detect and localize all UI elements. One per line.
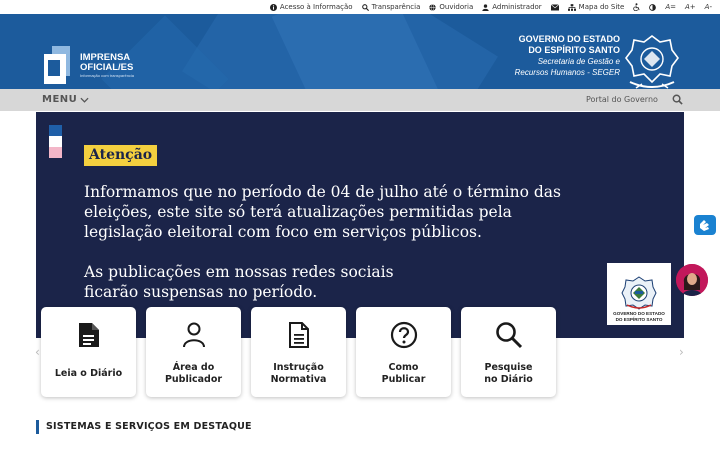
carousel-next-arrow-icon[interactable]: › xyxy=(679,345,684,359)
font-increase-button[interactable]: A+ xyxy=(685,3,696,11)
notice-line-1: Informamos que no período de 04 de julho… xyxy=(84,183,561,201)
state-flag-icon xyxy=(49,125,62,158)
transparency-label: Transparência xyxy=(371,3,421,11)
sitemap-label: Mapa do Site xyxy=(578,3,625,11)
mail-link[interactable] xyxy=(550,3,559,11)
card-label-line-2: no Diário xyxy=(484,374,533,385)
card-label-line-1: Área do xyxy=(172,362,215,373)
card-label-line-1: Pesquise xyxy=(484,362,533,373)
info-icon xyxy=(269,3,277,11)
logo-line-2: OFICIAL/ES xyxy=(80,61,134,73)
contrast-toggle[interactable] xyxy=(649,3,657,11)
search-icon[interactable] xyxy=(672,94,683,105)
card-label-line-2: Normativa xyxy=(270,374,327,385)
notice-line-4: As publicações em nossas redes sociais xyxy=(84,263,394,281)
card-leia-diario[interactable]: Leia o Diário xyxy=(41,307,136,397)
access-info-label: Acesso à Informação xyxy=(279,3,353,11)
access-info-link[interactable]: Acesso à Informação xyxy=(269,3,353,11)
user-icon xyxy=(482,3,489,11)
notice-message: Informamos que no período de 04 de julho… xyxy=(84,182,604,242)
document-icon xyxy=(78,323,99,347)
banner-government-logo: GOVERNO DO ESTADO DO ESPÍRITO SANTO xyxy=(607,263,671,325)
notice-line-2: eleições, este site só terá atualizações… xyxy=(84,203,512,221)
accessibility-icon xyxy=(633,3,640,11)
main-nav: MENU Portal do Governo xyxy=(0,89,720,111)
search-icon xyxy=(495,322,522,349)
card-area-publicador[interactable]: Área do Publicador xyxy=(146,307,241,397)
font-increase-label: A+ xyxy=(685,3,696,11)
notice-message-2: As publicações em nossas redes sociais f… xyxy=(84,262,604,302)
menu-button[interactable]: MENU xyxy=(42,94,89,105)
card-pesquise-diario[interactable]: Pesquise no Diário xyxy=(461,307,556,397)
sitemap-link[interactable]: Mapa do Site xyxy=(567,3,625,11)
portal-link[interactable]: Portal do Governo xyxy=(586,95,658,104)
font-decrease-button[interactable]: A- xyxy=(705,3,712,11)
state-seal-icon[interactable] xyxy=(624,32,680,89)
ombudsman-link[interactable]: Ouvidoria xyxy=(429,3,473,11)
quick-access-cards: Leia o Diário Área do Publicador Instruçã… xyxy=(41,307,556,397)
ombudsman-label: Ouvidoria xyxy=(439,3,474,11)
card-label: Instrução Normativa xyxy=(251,359,346,389)
search-icon xyxy=(361,3,369,11)
font-reset-label: A= xyxy=(665,3,677,11)
assistant-avatar[interactable] xyxy=(676,264,708,296)
card-como-publicar[interactable]: Como Publicar xyxy=(356,307,451,397)
gov-title-line-2: DO ESPÍRITO SANTO xyxy=(528,45,620,55)
attention-badge: Atenção xyxy=(84,145,158,166)
notice-line-5: ficarão suspensas no período. xyxy=(84,283,318,301)
logo-text: IMPRENSA OFICIAL/ES Informação com trans… xyxy=(80,51,135,78)
mail-icon xyxy=(550,3,559,10)
card-label: Como Publicar xyxy=(356,359,451,389)
notice-banner[interactable]: Atenção Informamos que no período de 04 … xyxy=(36,112,684,338)
file-text-icon xyxy=(288,322,309,348)
globe-icon xyxy=(429,3,437,11)
font-decrease-label: A- xyxy=(704,3,712,11)
imprensa-oficial-logo[interactable]: IMPRENSA OFICIAL/ES Informação com trans… xyxy=(42,42,134,88)
card-label-line-2: Publicador xyxy=(164,374,223,385)
carousel-prev-arrow-icon[interactable]: ‹ xyxy=(35,345,40,359)
user-icon xyxy=(182,322,205,348)
card-instrucao-normativa[interactable]: Instrução Normativa xyxy=(251,307,346,397)
card-label: Leia o Diário xyxy=(41,359,136,389)
sitemap-icon xyxy=(567,3,576,11)
card-label-line-1: Como xyxy=(388,362,419,373)
card-label-line-2: Publicar xyxy=(381,374,426,385)
notice-line-3: legislação eleitoral com foco em serviço… xyxy=(84,223,482,241)
logo-tagline: Informação com transparência xyxy=(80,72,135,78)
gov-subtitle-line-2: Recursos Humanos - SEGER xyxy=(514,68,620,77)
admin-link[interactable]: Administrador xyxy=(482,3,542,11)
admin-label: Administrador xyxy=(492,3,542,11)
card-label: Pesquise no Diário xyxy=(461,359,556,389)
card-label: Área do Publicador xyxy=(146,359,241,389)
question-icon xyxy=(390,321,417,349)
vlibras-button[interactable] xyxy=(694,215,716,235)
font-reset-button[interactable]: A= xyxy=(665,3,676,11)
utility-bar: Acesso à Informação Transparência Ouvido… xyxy=(0,0,720,14)
state-seal-icon xyxy=(621,276,657,310)
government-title[interactable]: GOVERNO DO ESTADO DO ESPÍRITO SANTO Secr… xyxy=(515,34,620,78)
card-label-line-1: Instrução xyxy=(273,362,324,373)
section-title: SISTEMAS E SERVIÇOS EM DESTAQUE xyxy=(36,420,252,434)
page: Acesso à Informação Transparência Ouvido… xyxy=(0,0,720,450)
logo-line-1: IMPRENSA xyxy=(80,51,131,63)
chevron-down-icon xyxy=(80,97,89,103)
banner-logo-line-2: DO ESPÍRITO SANTO xyxy=(615,316,663,322)
transparency-link[interactable]: Transparência xyxy=(361,3,421,11)
logo-mark-icon xyxy=(42,42,76,88)
card-label-line-1: Leia o Diário xyxy=(54,368,123,379)
avatar-icon xyxy=(676,264,708,296)
site-header: IMPRENSA OFICIAL/ES Informação com trans… xyxy=(0,14,720,89)
gov-subtitle-line-1: Secretaria de Gestão e xyxy=(537,57,620,66)
accessibility-link[interactable] xyxy=(633,3,640,11)
contrast-icon xyxy=(649,3,657,11)
sign-language-icon xyxy=(700,220,709,231)
menu-label: MENU xyxy=(42,94,78,105)
gov-title-line-1: GOVERNO DO ESTADO xyxy=(518,34,620,44)
